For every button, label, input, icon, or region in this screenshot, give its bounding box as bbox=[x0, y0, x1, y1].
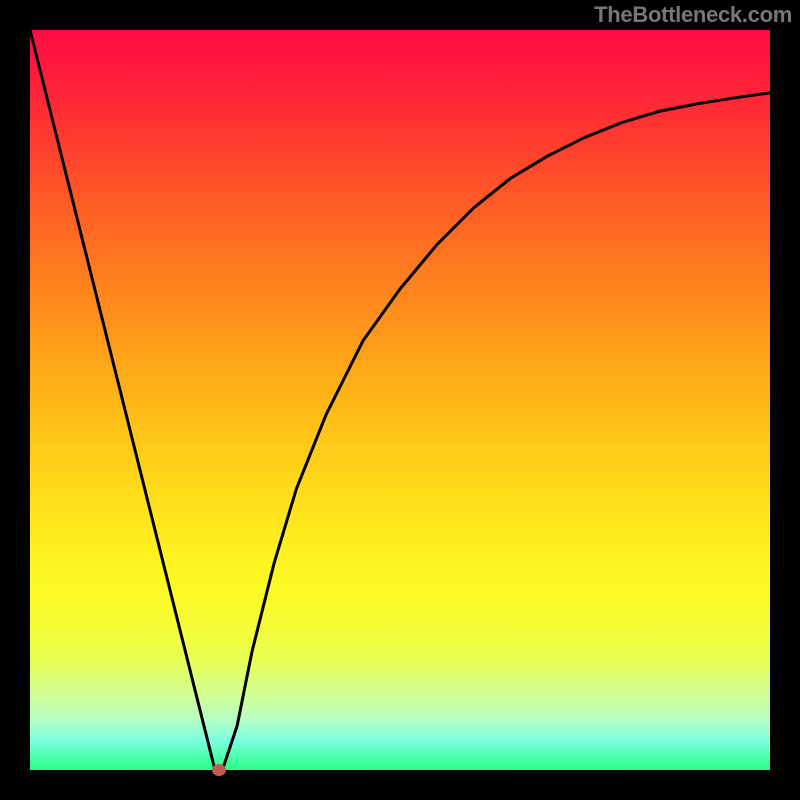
optimal-point-marker bbox=[212, 764, 226, 776]
plot-area bbox=[30, 30, 770, 770]
watermark-text: TheBottleneck.com bbox=[594, 2, 792, 28]
chart-frame: TheBottleneck.com bbox=[0, 0, 800, 800]
curve-svg bbox=[30, 30, 770, 770]
bottleneck-curve-path bbox=[30, 30, 770, 770]
